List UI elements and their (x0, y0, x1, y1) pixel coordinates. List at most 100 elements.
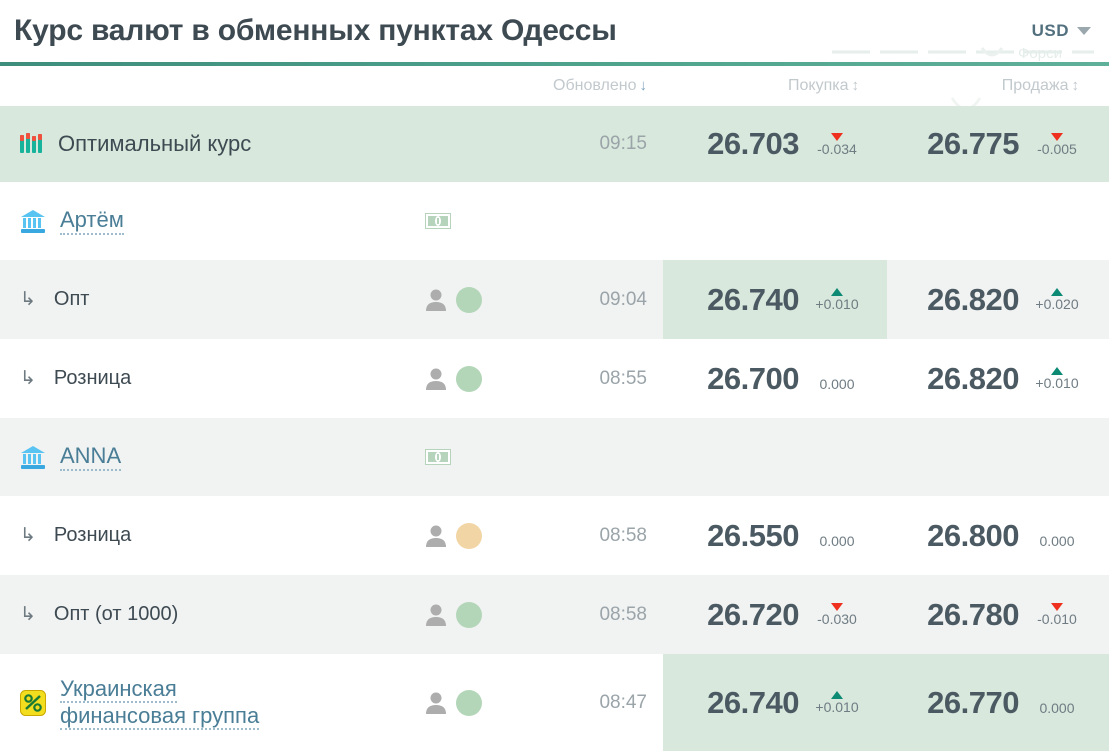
row-name-label: Оптимальный курс (58, 131, 252, 156)
row-sell-value: 26.775 (927, 126, 1019, 161)
row-sell-delta-text: +0.020 (1035, 296, 1079, 312)
banknote-icon (425, 449, 451, 465)
table-row-sub-roznica-anna[interactable]: ↳ Розница 08:58 26.550 0.000 26.800 0.00… (0, 496, 1109, 575)
row-buy-delta-text: +0.010 (815, 699, 859, 715)
provider-name-line1: Украинская (60, 675, 177, 703)
column-header-sell[interactable]: Продажа ↕ (887, 77, 1109, 95)
row-name-label: Опт (от 1000) (53, 603, 179, 625)
table-row-group-artem[interactable]: Артём (0, 182, 1109, 260)
page-header: Курс валют в обменных пунктах Одессы USD (0, 0, 1109, 62)
row-sell-delta-text: +0.010 (1035, 375, 1079, 391)
row-sell-value: 26.800 (927, 517, 1019, 553)
row-name-cell: ↳ Розница (0, 524, 425, 547)
banknote-icon (425, 213, 451, 229)
row-name-cell: ↳ Опт (0, 288, 425, 311)
delta-up-icon (831, 691, 843, 699)
row-sell-delta-text: 0.000 (1039, 532, 1075, 549)
row-buy-delta: -0.034 (809, 132, 865, 157)
status-dot (456, 601, 482, 628)
row-name-label: Розница (53, 367, 132, 389)
row-name-cell: Оптимальный курс (0, 131, 425, 157)
sort-arrow-updated-icon: ↓ (639, 77, 648, 94)
person-icon (425, 691, 447, 715)
delta-up-icon (1051, 288, 1063, 296)
status-dot (456, 286, 482, 313)
row-name-cell: ↳ Опт (от 1000) (0, 603, 425, 626)
row-name-label: Розница (53, 524, 132, 546)
column-header-sell-label: Продажа (1001, 77, 1069, 94)
person-icon (425, 367, 447, 391)
status-dot (456, 689, 482, 716)
table-row-group-anna[interactable]: ANNA (0, 418, 1109, 496)
group-name-link[interactable]: ANNA (60, 443, 122, 472)
row-buy-cell: 26.720 -0.030 (663, 575, 887, 654)
row-buy-delta: +0.010 (809, 288, 865, 311)
column-header-buy[interactable]: Покупка ↕ (663, 77, 887, 95)
row-name-cell: ↳ Розница (0, 367, 425, 390)
person-icon (425, 288, 447, 312)
row-sell-delta: +0.020 (1029, 288, 1085, 311)
row-sell-delta-text: -0.010 (1037, 611, 1077, 627)
row-updated-time: 08:47 (599, 691, 647, 713)
row-badge-cell (425, 522, 500, 549)
row-sell-cell: 26.770 0.000 (887, 654, 1109, 751)
bars-icon (20, 133, 44, 155)
status-dot (456, 522, 482, 549)
bank-icon (20, 208, 46, 234)
row-sell-cell: 26.780 -0.010 (887, 575, 1109, 654)
row-updated-time: 09:04 (599, 288, 647, 310)
row-updated-time: 09:15 (599, 133, 647, 154)
row-badge-cell (425, 601, 500, 628)
row-buy-delta-text: 0.000 (819, 375, 855, 392)
row-buy-cell: 26.700 0.000 (663, 339, 887, 418)
row-buy-delta: 0.000 (809, 367, 865, 391)
row-badge-cell (425, 213, 500, 229)
group-name-link[interactable]: Артём (60, 207, 124, 236)
provider-name-line2: финансовая группа (60, 702, 260, 730)
row-buy-cell: 26.740 +0.010 (663, 654, 887, 751)
row-buy-value: 26.740 (707, 281, 799, 317)
row-sell-delta: -0.010 (1029, 603, 1085, 626)
delta-down-icon (831, 132, 843, 141)
table-row-sub-opt[interactable]: ↳ Опт 09:04 26.740 +0.010 26.820 +0.020 (0, 260, 1109, 339)
row-sell-value: 26.770 (927, 684, 1019, 720)
row-updated-time: 08:58 (599, 603, 647, 625)
delta-down-icon (1051, 132, 1063, 141)
table-row-optimal-rate[interactable]: Оптимальный курс 09:15 26.703 -0.034 26.… (0, 106, 1109, 182)
currency-selector[interactable]: USD (1032, 21, 1095, 41)
row-sell-delta: -0.005 (1029, 132, 1085, 157)
row-sell-delta-text: -0.005 (1037, 140, 1077, 157)
table-row-ukrainian-financial-group[interactable]: Украинская финансовая группа 08:47 26.740… (0, 654, 1109, 751)
row-sell-value: 26.820 (927, 360, 1019, 396)
row-sell-value: 26.820 (927, 281, 1019, 317)
delta-up-icon (1051, 367, 1063, 375)
row-buy-value: 26.720 (707, 596, 799, 632)
row-buy-value: 26.703 (707, 126, 799, 161)
row-buy-value: 26.700 (707, 360, 799, 396)
row-sell-cell: 26.775 -0.005 (887, 106, 1109, 182)
row-buy-value: 26.550 (707, 517, 799, 553)
table-row-sub-roznica-artem[interactable]: ↳ Розница 08:55 26.700 0.000 26.820 +0.0… (0, 339, 1109, 418)
row-sell-delta: +0.010 (1029, 367, 1085, 390)
column-header-buy-label: Покупка (788, 77, 849, 94)
exchange-rate-table: Обновлено ↓ Покупка ↕ Продажа ↕ Оптималь… (0, 66, 1109, 751)
sub-row-arrow-icon: ↳ (20, 289, 36, 310)
row-sell-cell (887, 182, 1109, 260)
row-buy-delta: +0.010 (809, 691, 865, 714)
row-updated-time: 08:55 (599, 367, 647, 389)
row-sell-delta: 0.000 (1029, 524, 1085, 548)
row-buy-delta-text: -0.034 (817, 140, 857, 157)
row-name-label: Опт (53, 288, 90, 310)
sub-row-arrow-icon: ↳ (20, 525, 36, 546)
row-buy-cell: 26.703 -0.034 (663, 106, 887, 182)
provider-name-link[interactable]: Украинская финансовая группа (60, 675, 260, 730)
table-column-headers: Обновлено ↓ Покупка ↕ Продажа ↕ (0, 66, 1109, 106)
row-name-cell: ANNA (0, 443, 425, 472)
table-row-sub-opt-ot-1000[interactable]: ↳ Опт (от 1000) 08:58 26.720 -0.030 26.7… (0, 575, 1109, 654)
delta-down-icon (1051, 603, 1063, 611)
delta-down-icon (831, 603, 843, 611)
sub-row-arrow-icon: ↳ (20, 604, 36, 625)
row-badge-cell (425, 449, 500, 465)
bank-icon (20, 444, 46, 470)
column-header-updated[interactable]: Обновлено ↓ (500, 77, 663, 95)
